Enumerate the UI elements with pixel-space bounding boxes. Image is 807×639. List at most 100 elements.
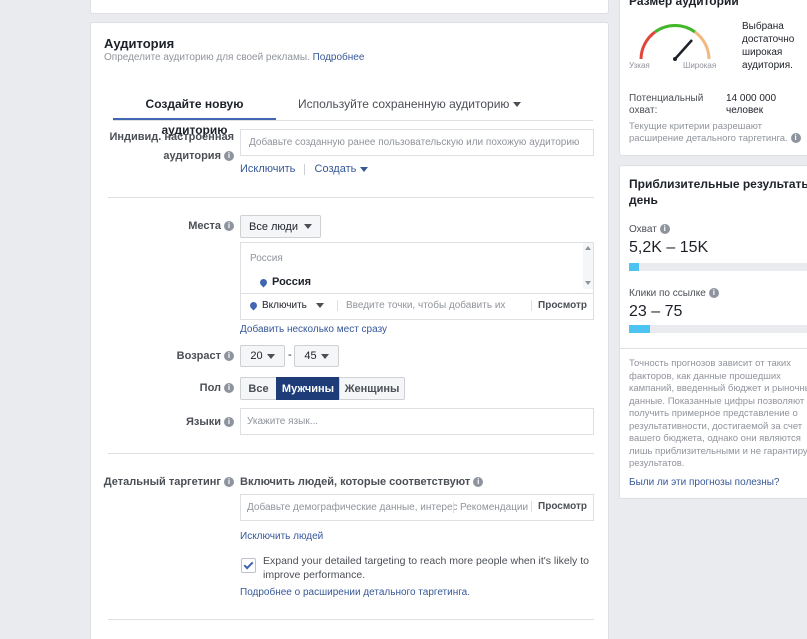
include-dropdown[interactable]: Включить	[248, 300, 324, 311]
disclaimer-line: кампаний, введенный бюджет и рыночные	[629, 383, 807, 394]
estimates-title-line: день	[629, 193, 658, 207]
gauge-mid-segment	[654, 24, 696, 34]
potential-value-line: 14 000 000	[726, 93, 777, 104]
detailed-targeting-label: Детальный таргетинг i	[91, 476, 234, 488]
detailed-browse-button[interactable]: Просмотр	[531, 501, 587, 512]
criteria-line: Текущие критерии разрешают	[629, 121, 762, 132]
country-header: Россия	[250, 253, 283, 264]
estimates-divider	[620, 348, 807, 349]
gender-men-button[interactable]: Мужчины	[276, 377, 340, 400]
detailed-targeting-input[interactable]: Добавьте демографические данные, интерес	[247, 502, 458, 513]
clicks-label: Клики по ссылке i	[629, 288, 719, 299]
audience-verdict: Выбрана достаточно широкая аудитория.	[742, 20, 794, 72]
gender-label: Пол i	[91, 382, 234, 394]
section-divider	[108, 619, 594, 620]
exclude-link[interactable]: Исключить	[240, 163, 295, 175]
audience-more-link[interactable]: Подробнее	[313, 52, 365, 63]
section-divider	[108, 197, 594, 198]
info-icon[interactable]: i	[659, 224, 670, 235]
chevron-down-icon	[266, 353, 275, 359]
estimated-results-card: Приблизительные результаты за день Охват…	[619, 165, 807, 499]
info-icon[interactable]: i	[708, 288, 719, 299]
age-label: Возраст i	[91, 350, 234, 362]
info-icon[interactable]: i	[790, 133, 801, 144]
gauge-narrow-segment	[639, 30, 656, 60]
potential-label-line: Потенциальный	[629, 93, 704, 104]
recommendations-button[interactable]: Рекомендации	[453, 502, 528, 513]
places-scrollbar[interactable]	[583, 243, 593, 289]
disclaimer-line: результатов.	[629, 458, 685, 469]
expand-targeting-checkbox[interactable]	[241, 558, 256, 573]
chevron-down-icon	[304, 224, 312, 229]
audience-card: Аудитория Определите аудиторию для своей…	[90, 22, 609, 639]
create-dropdown[interactable]: Создать	[315, 163, 369, 175]
languages-input[interactable]: Укажите язык...	[240, 408, 594, 435]
chevron-down-icon	[320, 353, 329, 359]
age-dash: -	[288, 349, 292, 361]
estimates-title: Приблизительные результаты за день	[629, 176, 807, 208]
reach-value: 5,2K – 15K	[629, 239, 709, 256]
reach-bar	[629, 263, 807, 271]
chevron-down-icon	[315, 302, 324, 308]
disclaimer-line: данные. Показанные цифры позволяют	[629, 395, 805, 407]
gauge-narrow-label: Узкая	[629, 61, 650, 70]
expand-targeting-text: Expand your detailed targeting to reach …	[263, 554, 589, 582]
country-item[interactable]: Россия	[258, 276, 311, 288]
exclude-people-link[interactable]: Исключить людей	[240, 531, 323, 542]
disclaimer-line: лишь приблизительными и не гарантируют	[629, 445, 807, 457]
gauge-wide-label: Широкая	[683, 61, 717, 70]
clicks-value: 23 – 75	[629, 303, 683, 320]
potential-reach-label: Потенциальный охват:	[629, 93, 703, 117]
info-icon[interactable]: i	[473, 477, 484, 488]
languages-label: Языки i	[91, 416, 234, 428]
separator	[304, 163, 306, 175]
audience-subtitle: Определите аудиторию для своей рекламы. …	[104, 52, 365, 63]
expansion-more-link[interactable]: Подробнее о расширении детального таргет…	[240, 587, 470, 598]
places-box: Россия Россия Включить Введите точки, чт…	[240, 242, 594, 320]
places-search-input[interactable]: Введите точки, чтобы добавить их	[337, 300, 505, 311]
expand-text-line2: improve performance.	[263, 569, 366, 581]
custom-audience-label-line2: аудитория i	[163, 150, 234, 162]
info-icon[interactable]: i	[224, 151, 234, 162]
previous-section-card	[90, 0, 609, 14]
info-icon[interactable]: i	[224, 383, 234, 394]
age-max-dropdown[interactable]: 45	[294, 345, 339, 367]
disclaimer-line: результативности, достигаемой за счет	[629, 420, 803, 432]
potential-label-line: охват:	[629, 105, 658, 116]
bulk-places-link[interactable]: Добавить несколько мест сразу	[240, 324, 387, 335]
clicks-bar-fill	[629, 325, 650, 333]
include-heading: Включить людей, которые соответствуют i	[240, 476, 484, 488]
gauge-needle	[674, 39, 693, 60]
verdict-line: широкая	[742, 47, 783, 58]
places-label: Места i	[91, 220, 234, 232]
feedback-link[interactable]: Были ли эти прогнозы полезны?	[629, 477, 779, 488]
tab-saved-audience[interactable]: Используйте сохраненную аудиторию	[298, 91, 522, 119]
section-divider	[108, 453, 594, 454]
info-icon[interactable]: i	[224, 351, 234, 362]
potential-value-line: человек	[726, 105, 764, 116]
scroll-up-icon[interactable]	[585, 246, 591, 250]
custom-audience-input[interactable]: Добавьте созданную ранее пользовательску…	[240, 129, 594, 156]
reach-bar-fill	[629, 263, 639, 271]
criteria-line: расширение детального таргетинга. i	[629, 133, 801, 145]
places-browse-button[interactable]: Просмотр	[531, 300, 587, 311]
age-min-dropdown[interactable]: 20	[240, 345, 285, 367]
scroll-down-icon[interactable]	[585, 281, 591, 285]
potential-reach-value: 14 000 000 человек	[726, 93, 776, 117]
info-icon[interactable]: i	[224, 477, 234, 488]
places-audience-dropdown[interactable]: Все люди	[240, 215, 321, 238]
gender-women-button[interactable]: Женщины	[339, 377, 405, 400]
verdict-line: Выбрана	[742, 21, 784, 32]
estimates-title-line: Приблизительные результаты за	[629, 177, 807, 191]
gauge-pivot	[673, 57, 677, 61]
disclaimer-line: получить примерное представление о	[629, 408, 798, 419]
gender-all-button[interactable]: Все	[240, 377, 277, 400]
custom-audience-label-line1: Индивид. настроенная	[109, 131, 234, 143]
location-pin-icon	[248, 300, 259, 311]
tab-create-audience[interactable]: Создайте новую аудиторию	[113, 91, 276, 137]
info-icon[interactable]: i	[224, 221, 234, 232]
reach-label: Охват i	[629, 224, 670, 235]
places-inner-divider	[241, 293, 593, 294]
info-icon[interactable]: i	[224, 417, 234, 428]
disclaimer-line: вашего бюджета, однако они являются	[629, 433, 801, 444]
